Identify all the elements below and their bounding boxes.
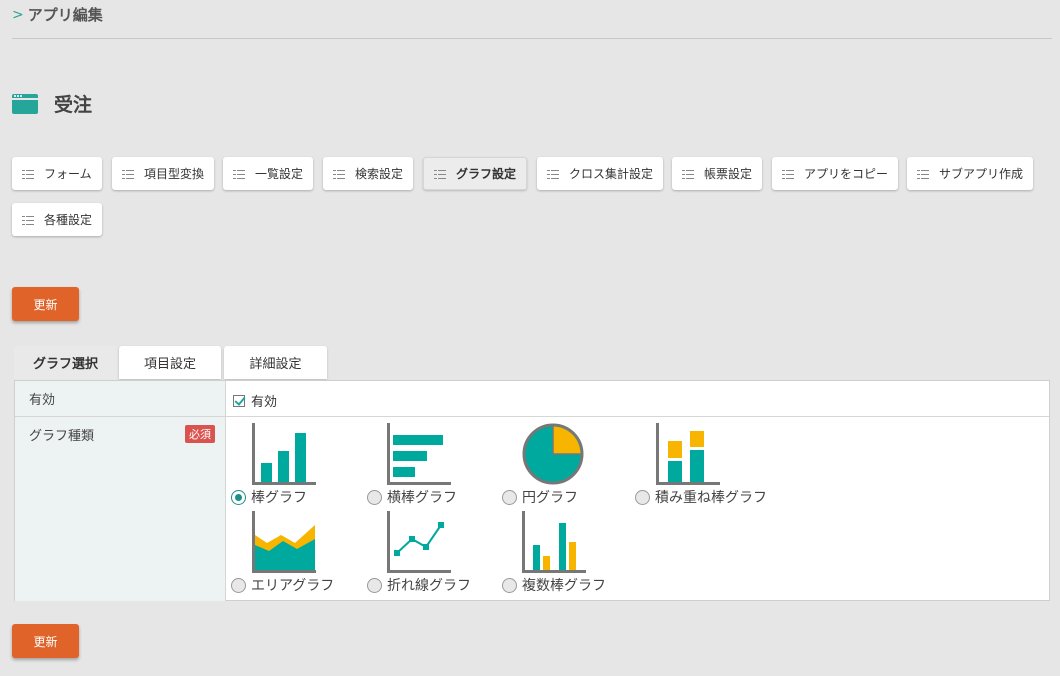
list-icon — [122, 169, 134, 179]
list-icon — [233, 169, 245, 179]
graph-option-multi-bar[interactable]: 複数棒グラフ — [502, 575, 606, 595]
graph-option-pie[interactable]: 円グラフ — [502, 487, 578, 507]
update-button[interactable]: 更新 — [12, 287, 79, 321]
required-badge: 必須 — [185, 425, 215, 443]
tab-copy-app[interactable]: アプリをコピー — [772, 157, 899, 190]
graph-option-area[interactable]: エリアグラフ — [231, 575, 334, 595]
enabled-checkbox-wrap[interactable]: 有効 — [233, 391, 277, 410]
list-icon — [917, 169, 929, 179]
option-label: 積み重ね棒グラフ — [655, 490, 767, 506]
chevron-right-icon: > — [12, 7, 24, 23]
graph-option-stacked-bar[interactable]: 積み重ね棒グラフ — [635, 487, 767, 507]
page-title-text: 受注 — [54, 94, 93, 116]
list-icon — [333, 169, 345, 179]
tab-misc-settings[interactable]: 各種設定 — [12, 203, 103, 236]
graph-type-label: グラフ種類 — [29, 429, 95, 444]
radio-pie[interactable] — [502, 489, 517, 505]
radio-bar[interactable] — [231, 489, 246, 505]
list-icon — [547, 169, 559, 179]
tab-label: サブアプリ作成 — [939, 167, 1024, 181]
enabled-checkbox[interactable] — [233, 394, 245, 407]
tab-type-convert[interactable]: 項目型変換 — [112, 157, 215, 190]
option-label: 円グラフ — [522, 490, 578, 506]
graph-type-row: グラフ種類 必須 棒グラフ 横棒グラフ 円グラフ 積み重ね棒グラフ エリアグラフ… — [15, 417, 1049, 601]
area-chart-icon — [251, 509, 317, 575]
list-icon — [434, 169, 446, 179]
list-icon — [22, 215, 34, 225]
tab-label: 一覧設定 — [255, 167, 304, 181]
horizontal-bar-chart-icon — [386, 421, 452, 487]
tab-label: グラフ設定 — [456, 167, 517, 181]
graph-option-line[interactable]: 折れ線グラフ — [367, 575, 471, 595]
breadcrumb-label: アプリ編集 — [27, 6, 103, 24]
option-label: 折れ線グラフ — [387, 578, 471, 594]
stacked-bar-chart-icon — [655, 421, 721, 487]
option-label: 棒グラフ — [251, 490, 307, 506]
tab-label: クロス集計設定 — [569, 167, 654, 181]
radio-horizontal-bar[interactable] — [367, 489, 382, 505]
enabled-label: 有効 — [15, 381, 226, 416]
tab-label: フォーム — [44, 167, 92, 181]
subtab-item-settings[interactable]: 項目設定 — [119, 346, 221, 379]
tab-list-settings[interactable]: 一覧設定 — [223, 157, 314, 190]
option-label: 複数棒グラフ — [522, 578, 606, 594]
graph-option-bar[interactable]: 棒グラフ — [231, 487, 307, 507]
tab-create-subapp[interactable]: サブアプリ作成 — [907, 157, 1034, 190]
tab-label: 検索設定 — [355, 167, 404, 181]
enabled-row: 有効 有効 — [15, 381, 1049, 417]
subtab-detail-settings[interactable]: 詳細設定 — [224, 346, 327, 379]
tab-label: 帳票設定 — [704, 167, 753, 181]
option-label: エリアグラフ — [251, 578, 335, 594]
tab-label: 各種設定 — [44, 213, 93, 227]
tab-label: 項目型変換 — [144, 167, 205, 181]
enabled-checkbox-label: 有効 — [251, 395, 278, 410]
tab-label: アプリをコピー — [804, 167, 889, 181]
tab-cross-tab-settings[interactable]: クロス集計設定 — [537, 157, 664, 190]
list-icon — [22, 169, 34, 179]
update-button-bottom[interactable]: 更新 — [12, 624, 79, 658]
tab-report-settings[interactable]: 帳票設定 — [672, 157, 763, 190]
subtab-graph-select[interactable]: グラフ選択 — [14, 346, 117, 379]
pie-chart-icon — [521, 422, 585, 486]
option-label: 横棒グラフ — [387, 490, 457, 506]
multi-bar-chart-icon — [521, 509, 587, 575]
page-title: 受注 — [12, 90, 92, 117]
radio-stacked-bar[interactable] — [635, 489, 650, 505]
radio-multi-bar[interactable] — [502, 577, 517, 593]
radio-area[interactable] — [231, 577, 246, 593]
list-icon — [782, 169, 794, 179]
tab-search-settings[interactable]: 検索設定 — [323, 157, 414, 190]
graph-settings-form: 有効 有効 グラフ種類 必須 棒グラフ 横棒グラフ 円グラフ 積み重ね棒グラフ … — [14, 380, 1050, 601]
graph-type-label-cell: グラフ種類 必須 — [15, 417, 226, 601]
tab-form[interactable]: フォーム — [12, 157, 102, 190]
app-window-icon — [12, 93, 38, 114]
tab-graph-settings[interactable]: グラフ設定 — [423, 157, 528, 190]
line-chart-icon — [386, 509, 452, 575]
bar-chart-icon — [251, 421, 317, 487]
list-icon — [682, 169, 694, 179]
breadcrumb: > アプリ編集 — [12, 6, 1052, 39]
radio-line[interactable] — [367, 577, 382, 593]
graph-option-horizontal-bar[interactable]: 横棒グラフ — [367, 487, 457, 507]
